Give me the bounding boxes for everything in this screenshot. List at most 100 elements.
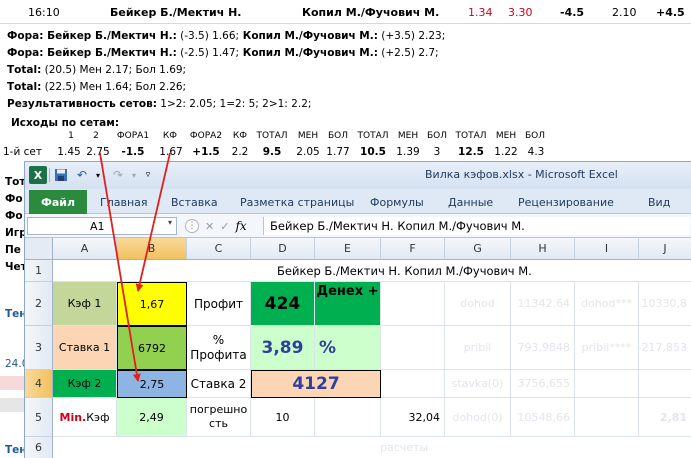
cell-a3[interactable]: Ставка 1 bbox=[53, 326, 117, 370]
column-header-b[interactable]: B bbox=[117, 238, 187, 260]
save-icon[interactable] bbox=[53, 166, 69, 184]
column-header-c[interactable]: C bbox=[187, 238, 251, 260]
cell-a1-title[interactable]: Бейкер Б./Мектич Н. Копил М./Фучович М. bbox=[53, 260, 691, 282]
cell-h4[interactable]: 3756,655 bbox=[511, 370, 575, 398]
cell-a4[interactable]: Кэф 2 bbox=[53, 370, 117, 398]
odds-player1[interactable]: 1.34 bbox=[468, 6, 493, 19]
cell-e2[interactable]: Денех + bbox=[315, 282, 381, 326]
sets-value[interactable]: 1.22 bbox=[490, 146, 522, 158]
sets-value[interactable]: 1.45 bbox=[55, 146, 83, 158]
match-player2[interactable]: Копил М./Фучович М. bbox=[302, 6, 439, 19]
column-header-e[interactable]: E bbox=[315, 238, 381, 260]
cell-g5[interactable]: dohod(0) bbox=[445, 398, 511, 437]
cell-e3[interactable]: % bbox=[315, 326, 381, 370]
cell-f5[interactable]: 32,04 bbox=[381, 398, 445, 437]
tab-view[interactable]: Вид bbox=[648, 196, 670, 209]
cell-c5[interactable]: погрешность bbox=[187, 398, 251, 437]
handicap-odds[interactable]: 2.10 bbox=[612, 6, 637, 19]
column-header-i[interactable]: I bbox=[575, 238, 639, 260]
column-header-g[interactable]: G bbox=[445, 238, 511, 260]
tab-insert[interactable]: Вставка bbox=[171, 196, 218, 209]
cell-b4[interactable]: 2,75 bbox=[117, 370, 187, 398]
match-player1[interactable]: Бейкер Б./Мектич Н. bbox=[110, 6, 241, 19]
sets-value[interactable]: 3 bbox=[424, 146, 450, 158]
match-row[interactable]: 16:10 Бейкер Б./Мектич Н. Копил М./Фучов… bbox=[0, 0, 691, 24]
cell-d3[interactable]: 3,89 bbox=[251, 326, 315, 370]
tab-data[interactable]: Данные bbox=[448, 196, 493, 209]
cell-f4[interactable] bbox=[381, 370, 445, 398]
formula-input[interactable]: Бейкер Б./Мектич Н. Копил М./Фучович М. bbox=[263, 217, 690, 235]
select-all-corner[interactable] bbox=[25, 238, 53, 260]
row-header-2[interactable]: 2 bbox=[25, 282, 53, 326]
cell-f2[interactable] bbox=[381, 282, 445, 326]
cell-b2[interactable]: 1,67 bbox=[117, 282, 187, 326]
sets-header: ФОРА2 bbox=[189, 131, 223, 141]
sets-value[interactable]: 2.75 bbox=[84, 146, 112, 158]
handicap-player1[interactable]: -4.5 bbox=[560, 6, 584, 19]
row-header-4[interactable]: 4 bbox=[25, 370, 53, 398]
cell-h5[interactable]: 10548,66 bbox=[511, 398, 575, 437]
column-header-a[interactable]: A bbox=[53, 238, 117, 260]
cell-d4-e4[interactable]: 4127 bbox=[251, 370, 381, 398]
sets-value[interactable]: 1.77 bbox=[324, 146, 352, 158]
column-header-j[interactable]: J bbox=[639, 238, 691, 260]
cell-j5[interactable]: 2,81 bbox=[639, 398, 691, 437]
cell-b5[interactable]: 2,49 bbox=[117, 398, 187, 437]
spreadsheet-grid[interactable]: A B C D E F G H I J 1 2 3 4 5 6 Бейкер Б… bbox=[25, 238, 691, 458]
tab-review[interactable]: Рецензирование bbox=[518, 196, 614, 209]
sets-value[interactable]: 1.39 bbox=[392, 146, 424, 158]
redo-icon[interactable]: ↷ bbox=[111, 166, 125, 184]
cell-i5[interactable] bbox=[575, 398, 639, 437]
cell-j3[interactable]: -217,853 bbox=[639, 326, 691, 370]
cell-i2[interactable]: dohod*** bbox=[575, 282, 639, 326]
undo-dropdown-icon[interactable]: ▾ bbox=[93, 166, 103, 184]
cell-c4[interactable]: Ставка 2 bbox=[187, 370, 251, 398]
row-header-3[interactable]: 3 bbox=[25, 326, 53, 370]
cancel-icon[interactable]: ✕ bbox=[205, 220, 214, 233]
column-header-f[interactable]: F bbox=[381, 238, 445, 260]
cell-i3[interactable]: pribil**** bbox=[575, 326, 639, 370]
customize-qat-icon[interactable]: ▿ bbox=[143, 166, 153, 184]
cell-e5[interactable] bbox=[315, 398, 381, 437]
cell-d2[interactable]: 424 bbox=[251, 282, 315, 326]
sets-value[interactable]: 2.05 bbox=[292, 146, 324, 158]
cell-g4[interactable]: stavka(0) bbox=[445, 370, 511, 398]
cell-c2[interactable]: Профит bbox=[187, 282, 251, 326]
cell-row6-calc[interactable]: расчеты bbox=[53, 437, 691, 458]
cell-h3[interactable]: 793,9848 bbox=[511, 326, 575, 370]
cell-f3[interactable] bbox=[381, 326, 445, 370]
tab-page-layout[interactable]: Разметка страницы bbox=[240, 196, 354, 209]
cell-j2[interactable]: 10330,8 bbox=[639, 282, 691, 326]
cell-b3[interactable]: 6792 bbox=[117, 326, 187, 370]
cell-d5[interactable]: 10 bbox=[251, 398, 315, 437]
sets-value[interactable]: 4.3 bbox=[522, 146, 550, 158]
cell-g2[interactable]: dohod bbox=[445, 282, 511, 326]
odds-player2[interactable]: 3.30 bbox=[508, 6, 533, 19]
row-header-5[interactable]: 5 bbox=[25, 398, 53, 437]
column-header-d[interactable]: D bbox=[251, 238, 315, 260]
tab-formulas[interactable]: Формулы bbox=[370, 196, 424, 209]
redo-dropdown-icon[interactable]: ▾ bbox=[129, 166, 139, 184]
sets-value[interactable]: 1.67 bbox=[157, 146, 185, 158]
row-header-6[interactable]: 6 bbox=[25, 437, 53, 458]
row-header-1[interactable]: 1 bbox=[25, 260, 53, 282]
column-header-h[interactable]: H bbox=[511, 238, 575, 260]
cell-a2[interactable]: Кэф 1 bbox=[53, 282, 117, 326]
tab-file[interactable]: Файл bbox=[29, 190, 87, 214]
name-box[interactable]: A1 ▾ bbox=[27, 217, 177, 235]
handicap-player2[interactable]: +4.5 bbox=[656, 6, 685, 19]
tab-home[interactable]: Главная bbox=[100, 196, 148, 209]
confirm-icon[interactable]: ✓ bbox=[220, 220, 229, 233]
insert-function-icon[interactable]: fx bbox=[235, 219, 246, 233]
sets-value[interactable]: 2.2 bbox=[226, 146, 254, 158]
excel-app-icon[interactable]: X bbox=[29, 166, 47, 184]
name-box-dropdown-icon[interactable]: ▾ bbox=[168, 218, 172, 227]
cell-h2[interactable]: 11342,64 bbox=[511, 282, 575, 326]
cell-a5[interactable]: Min. Кэф bbox=[53, 398, 117, 437]
cell-c3[interactable]: % Профита bbox=[187, 326, 251, 370]
cell-j4[interactable] bbox=[639, 370, 691, 398]
cell-g3[interactable]: pribil bbox=[445, 326, 511, 370]
formula-expand-icon[interactable]: ⋮ bbox=[185, 219, 199, 233]
undo-icon[interactable]: ↶ bbox=[75, 166, 89, 184]
cell-i4[interactable] bbox=[575, 370, 639, 398]
